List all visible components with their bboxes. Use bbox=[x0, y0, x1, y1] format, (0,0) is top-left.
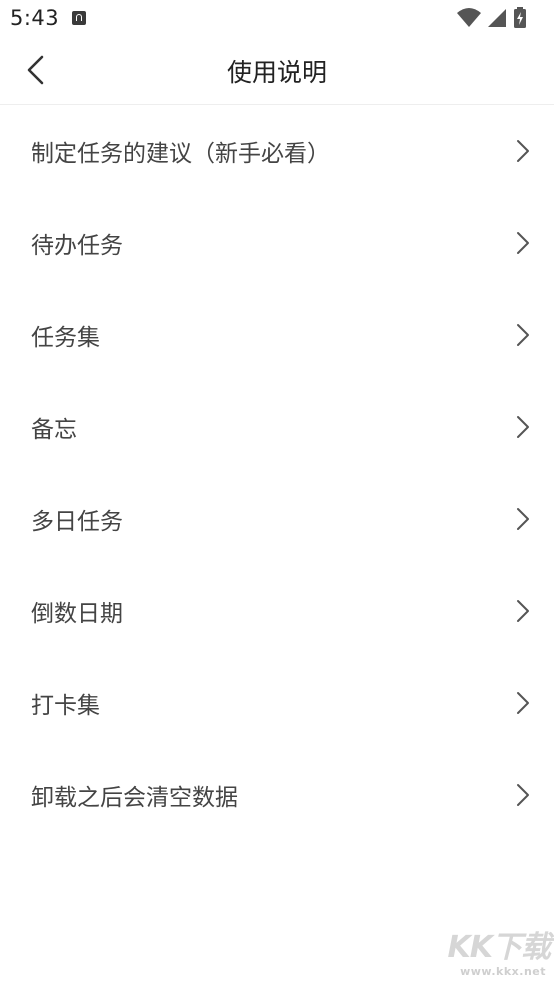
list-item-task-advice[interactable]: 制定任务的建议（新手必看） bbox=[0, 105, 554, 197]
cellular-signal-icon bbox=[488, 9, 506, 27]
chevron-right-icon bbox=[517, 784, 529, 806]
screen: 5:43 使用说明 制定任务的建议（新手必看） 待办任务 任务集 备忘 多日任务… bbox=[0, 0, 554, 984]
list-item-label: 待办任务 bbox=[31, 233, 123, 259]
chevron-right-icon bbox=[517, 232, 529, 254]
list-item-label: 倒数日期 bbox=[31, 601, 123, 627]
battery-charging-icon bbox=[514, 7, 526, 28]
instruction-list: 制定任务的建议（新手必看） 待办任务 任务集 备忘 多日任务 倒数日期 打卡集 … bbox=[0, 105, 554, 841]
chevron-right-icon bbox=[517, 140, 529, 162]
chevron-right-icon bbox=[517, 416, 529, 438]
list-item-check-in-set[interactable]: 打卡集 bbox=[0, 657, 554, 749]
app-bar: 使用说明 bbox=[0, 36, 554, 105]
chevron-right-icon bbox=[517, 508, 529, 530]
text-notification-icon bbox=[72, 11, 86, 25]
chevron-right-icon bbox=[517, 600, 529, 622]
page-title: 使用说明 bbox=[226, 58, 327, 87]
list-item-label: 备忘 bbox=[31, 417, 77, 443]
status-bar: 5:43 bbox=[0, 0, 554, 36]
watermark-url: www.kkx.net bbox=[460, 965, 546, 978]
chevron-right-icon bbox=[517, 324, 529, 346]
list-item-countdown-dates[interactable]: 倒数日期 bbox=[0, 565, 554, 657]
list-item-label: 卸载之后会清空数据 bbox=[31, 785, 238, 811]
list-item-label: 任务集 bbox=[31, 325, 100, 351]
list-item-label: 制定任务的建议（新手必看） bbox=[31, 141, 330, 167]
watermark: KK下载 www.kkx.net bbox=[430, 920, 551, 980]
wifi-icon bbox=[457, 8, 481, 27]
list-item-task-set[interactable]: 任务集 bbox=[0, 289, 554, 381]
status-time: 5:43 bbox=[10, 6, 60, 30]
list-item-multi-day-tasks[interactable]: 多日任务 bbox=[0, 473, 554, 565]
list-item-memo[interactable]: 备忘 bbox=[0, 381, 554, 473]
list-item-label: 多日任务 bbox=[31, 509, 123, 535]
list-item-uninstall-warning[interactable]: 卸载之后会清空数据 bbox=[0, 749, 554, 841]
status-icons bbox=[456, 6, 546, 30]
list-item-todo-tasks[interactable]: 待办任务 bbox=[0, 197, 554, 289]
watermark-logo: KK下载 bbox=[447, 930, 551, 965]
chevron-right-icon bbox=[517, 692, 529, 714]
list-item-label: 打卡集 bbox=[31, 693, 100, 719]
